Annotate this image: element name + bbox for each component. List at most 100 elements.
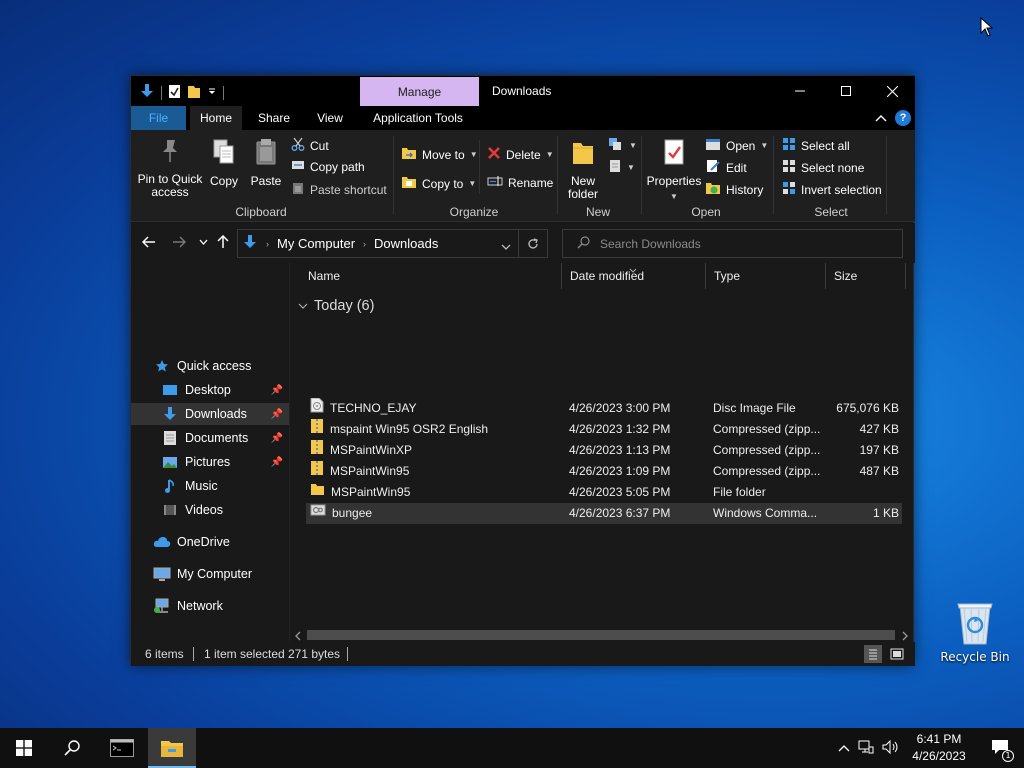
- file-row[interactable]: MSPaintWin95 4/26/2023 5:05 PM File fold…: [306, 482, 902, 503]
- new-folder-button[interactable]: New folder: [563, 138, 603, 201]
- file-explorer-taskbar-icon[interactable]: [148, 728, 196, 768]
- file-row-selected[interactable]: bungee 4/26/2023 6:37 PM Windows Comma..…: [306, 503, 902, 524]
- action-center-button[interactable]: 1: [976, 728, 1024, 768]
- open-button[interactable]: Open ▼: [705, 137, 768, 154]
- paste-shortcut-button[interactable]: Paste shortcut: [291, 181, 387, 198]
- help-icon[interactable]: ?: [895, 110, 911, 126]
- status-item-count: 6 items: [145, 647, 184, 661]
- new-folder-qat-icon[interactable]: [187, 84, 201, 102]
- maximize-button[interactable]: [823, 76, 869, 106]
- nav-item-music[interactable]: Music: [131, 475, 289, 497]
- taskbar-clock[interactable]: 6:41 PM 4/26/2023: [906, 731, 972, 765]
- nav-item-quick-access[interactable]: Quick access: [131, 355, 289, 377]
- scissors-icon: [291, 137, 305, 154]
- select-none-icon: [782, 159, 796, 176]
- nav-item-documents[interactable]: Documents 📌: [131, 427, 289, 449]
- search-placeholder: Search Downloads: [600, 236, 701, 251]
- copy-button[interactable]: Copy: [207, 138, 241, 188]
- address-dropdown-icon[interactable]: [501, 238, 511, 253]
- manage-contextual-tab[interactable]: Manage: [360, 77, 479, 106]
- select-none-label: Select none: [801, 160, 865, 175]
- group-label: Today (6): [314, 298, 375, 314]
- delete-button[interactable]: Delete ▼: [487, 146, 554, 163]
- tab-home[interactable]: Home: [190, 106, 242, 130]
- file-row[interactable]: TECHNO_EJAY 4/26/2023 3:00 PM Disc Image…: [306, 398, 902, 419]
- nav-item-videos[interactable]: Videos: [131, 499, 289, 521]
- customize-qat-icon[interactable]: [207, 85, 217, 100]
- back-button[interactable]: [140, 233, 158, 251]
- tab-view[interactable]: View: [307, 106, 353, 130]
- delete-x-icon: [487, 146, 501, 163]
- column-header-size[interactable]: Size: [826, 263, 906, 289]
- pinned-icon: 📌: [270, 432, 283, 444]
- edit-button[interactable]: Edit: [705, 159, 747, 176]
- breadcrumb-downloads[interactable]: Downloads: [374, 236, 438, 251]
- copy-to-button[interactable]: Copy to ▼: [401, 175, 476, 192]
- recent-locations-button[interactable]: [194, 233, 212, 251]
- nav-item-onedrive[interactable]: OneDrive: [131, 531, 289, 553]
- history-button[interactable]: History: [705, 181, 763, 198]
- group-header-today[interactable]: Today (6): [298, 298, 374, 314]
- collapse-ribbon-icon[interactable]: [875, 111, 887, 125]
- pinned-icon: 📌: [270, 408, 283, 420]
- file-row[interactable]: MSPaintWinXP 4/26/2023 1:13 PM Compresse…: [306, 440, 902, 461]
- up-button[interactable]: [214, 233, 232, 251]
- copy-path-button[interactable]: Copy path: [291, 159, 365, 174]
- nav-item-network[interactable]: Network: [131, 595, 289, 617]
- nav-item-my-computer[interactable]: My Computer: [131, 563, 289, 585]
- paste-button[interactable]: Paste: [249, 138, 283, 188]
- volume-icon[interactable]: [882, 739, 900, 757]
- tab-file[interactable]: File: [131, 106, 186, 130]
- nav-item-downloads[interactable]: Downloads 📌: [131, 403, 289, 425]
- tab-application-tools[interactable]: Application Tools: [363, 106, 473, 130]
- ribbon-separator: [773, 136, 774, 214]
- rename-button[interactable]: Rename: [487, 175, 553, 190]
- ribbon-home: Pin to Quick access Copy Paste Cut Copy …: [131, 130, 915, 222]
- copy-to-icon: [401, 175, 417, 192]
- recycle-bin-desktop-icon[interactable]: Recycle Bin: [940, 600, 1010, 664]
- collapse-group-icon[interactable]: [298, 298, 308, 314]
- nav-item-pictures[interactable]: Pictures 📌: [131, 451, 289, 473]
- nav-item-desktop[interactable]: Desktop 📌: [131, 379, 289, 401]
- file-row[interactable]: mspaint Win95 OSR2 English 4/26/2023 1:3…: [306, 419, 902, 440]
- downloads-icon: [161, 406, 179, 422]
- cut-button[interactable]: Cut: [291, 137, 329, 154]
- command-prompt-taskbar-icon[interactable]: [98, 728, 146, 768]
- edit-label: Edit: [726, 160, 747, 175]
- close-button[interactable]: [869, 76, 915, 106]
- column-header-name[interactable]: Name: [300, 263, 562, 289]
- column-header-type[interactable]: Type: [706, 263, 826, 289]
- nav-label-downloads: Downloads: [185, 407, 247, 421]
- nav-label-onedrive: OneDrive: [177, 535, 230, 549]
- scrollbar-thumb[interactable]: [307, 630, 895, 640]
- properties-button[interactable]: Properties ▼: [646, 138, 702, 203]
- search-box[interactable]: Search Downloads: [562, 229, 903, 258]
- address-bar[interactable]: › My Computer › Downloads: [237, 229, 548, 258]
- details-view-button[interactable]: [864, 645, 882, 663]
- move-to-button[interactable]: Move to ▼: [401, 146, 478, 163]
- file-row[interactable]: MSPaintWin95 4/26/2023 1:09 PM Compresse…: [306, 461, 902, 482]
- tab-share[interactable]: Share: [247, 106, 301, 130]
- easy-access-button[interactable]: ▼: [608, 159, 635, 176]
- breadcrumb-my-computer[interactable]: My Computer: [277, 236, 355, 251]
- new-item-button[interactable]: ▼: [608, 137, 637, 154]
- select-all-button[interactable]: Select all: [782, 137, 850, 154]
- large-icons-view-button[interactable]: [888, 645, 906, 663]
- select-none-button[interactable]: Select none: [782, 159, 864, 176]
- minimize-button[interactable]: [777, 76, 823, 106]
- pin-to-quick-access-button[interactable]: Pin to Quick access: [137, 138, 203, 199]
- breadcrumb-chevron-icon: ›: [266, 238, 269, 249]
- horizontal-scrollbar[interactable]: [290, 629, 913, 641]
- start-button[interactable]: [0, 728, 48, 768]
- show-hidden-icons-chevron-icon[interactable]: [838, 741, 850, 755]
- forward-button[interactable]: [170, 233, 188, 251]
- file-type: Windows Comma...: [713, 506, 818, 520]
- network-tray-icon[interactable]: [858, 740, 874, 757]
- zip-folder-icon: [310, 419, 324, 440]
- properties-qat-icon[interactable]: [168, 84, 181, 102]
- nav-label-videos: Videos: [185, 503, 223, 517]
- refresh-icon[interactable]: [518, 230, 546, 257]
- invert-selection-button[interactable]: Invert selection: [782, 181, 882, 198]
- qat-separator: [161, 85, 162, 100]
- search-taskbar-button[interactable]: [48, 728, 96, 768]
